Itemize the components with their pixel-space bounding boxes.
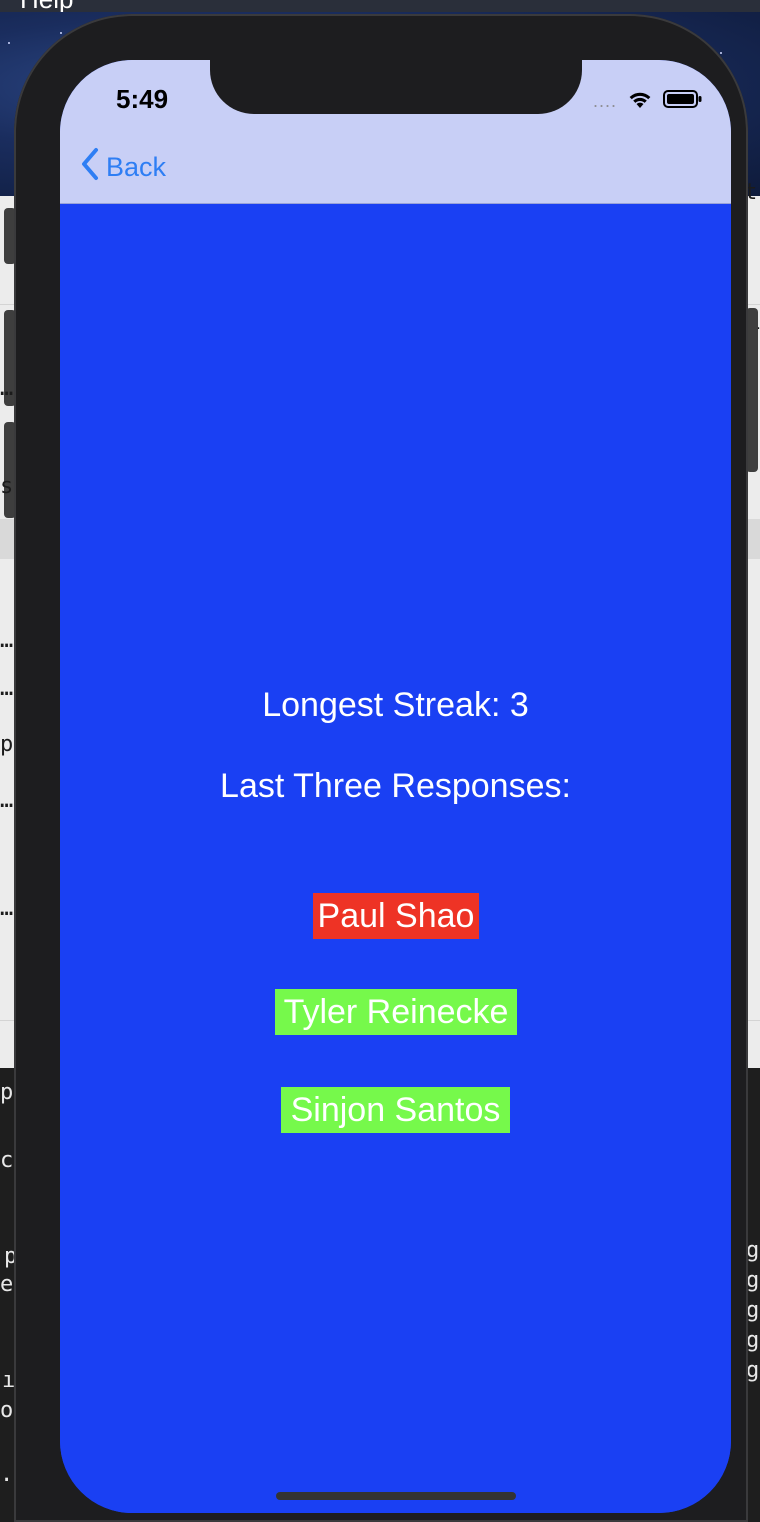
- fragment: …: [0, 896, 14, 921]
- wifi-icon: [627, 89, 653, 114]
- menu-help[interactable]: Help: [20, 0, 73, 12]
- response-item-correct: Tyler Reinecke: [275, 989, 517, 1035]
- device-screen: 5:49 .... Back Longest Streak: 3 Last Th…: [60, 60, 731, 1513]
- status-icons: ....: [592, 89, 703, 114]
- fragment: s: [0, 474, 14, 499]
- results-view: Longest Streak: 3 Last Three Responses: …: [60, 204, 731, 1513]
- fragment: …: [0, 788, 14, 813]
- cellular-signal-icon: ....: [592, 91, 617, 111]
- longest-streak-label: Longest Streak: 3: [262, 686, 529, 724]
- fragment: p: [0, 732, 14, 757]
- battery-icon: [663, 89, 703, 114]
- back-button[interactable]: Back: [80, 147, 167, 184]
- fragment: …: [0, 376, 14, 401]
- last-three-responses-heading: Last Three Responses:: [220, 767, 571, 805]
- back-button-label: Back: [106, 151, 167, 182]
- navigation-bar: 5:49 .... Back: [60, 60, 731, 204]
- status-time: 5:49: [116, 84, 169, 114]
- chevron-left-icon: [80, 147, 100, 188]
- fragment: …: [0, 676, 14, 701]
- response-item-incorrect: Paul Shao: [313, 893, 479, 939]
- device-notch: [210, 60, 582, 114]
- simulator-device-frame: 5:49 .... Back Longest Streak: 3 Last Th…: [14, 14, 748, 1522]
- fragment: …: [0, 628, 14, 653]
- response-item-correct: Sinjon Santos: [281, 1087, 510, 1133]
- home-indicator[interactable]: [276, 1492, 516, 1500]
- desktop-menubar: Help: [0, 0, 760, 12]
